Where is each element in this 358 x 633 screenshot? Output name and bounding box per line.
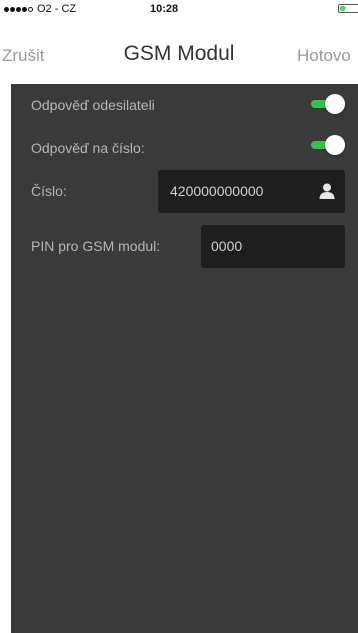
number-field-value: 420000000000: [170, 183, 264, 199]
signal-dot: [22, 6, 27, 12]
reply-to-sender-label: Odpověď odesilateli: [31, 97, 155, 113]
number-label: Číslo:: [31, 183, 67, 199]
status-time: 10:28: [150, 3, 179, 15]
pin-field[interactable]: 0000: [201, 225, 345, 268]
status-bar: O2 - CZ 10:28: [0, 0, 358, 18]
battery-icon: [338, 4, 358, 13]
reply-to-number-label: Odpověď na číslo:: [31, 140, 145, 156]
navigation-bar: Zrušit GSM Modul Hotovo: [0, 18, 358, 84]
reply-to-number-toggle[interactable]: [311, 135, 345, 155]
settings-panel: Odpověď odesilateli Odpověď na číslo: Čí…: [11, 84, 358, 633]
battery-level: [340, 6, 345, 11]
contact-person-icon[interactable]: [318, 182, 336, 200]
signal-dot: [16, 6, 21, 12]
signal-dot: [4, 6, 9, 12]
reply-to-sender-toggle[interactable]: [311, 94, 345, 114]
number-field[interactable]: 420000000000: [158, 170, 345, 213]
toggle-knob: [325, 94, 345, 114]
signal-dot: [28, 6, 33, 12]
carrier-signal: O2 - CZ: [4, 3, 76, 15]
done-button[interactable]: Hotovo: [297, 46, 351, 66]
pin-field-value: 0000: [211, 238, 243, 254]
signal-dot: [10, 6, 15, 12]
signal-strength-icon: [4, 6, 33, 12]
carrier-name: O2 - CZ: [37, 3, 77, 15]
toggle-knob: [325, 135, 345, 155]
pin-label: PIN pro GSM modul:: [31, 238, 161, 254]
